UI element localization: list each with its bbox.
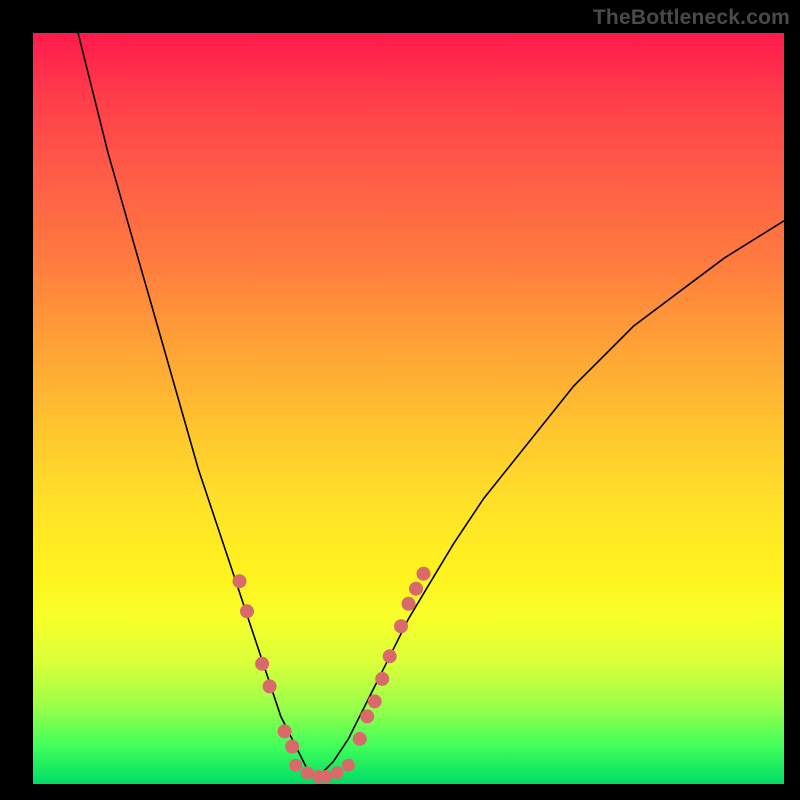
watermark-text: TheBottleneck.com — [593, 6, 790, 30]
marker-right-0 — [353, 732, 367, 746]
marker-bottom-1 — [301, 766, 314, 779]
marker-left-3 — [263, 679, 277, 693]
curve-group — [78, 33, 784, 777]
curves-svg — [33, 33, 784, 784]
chart-frame: TheBottleneck.com — [0, 0, 800, 800]
marker-left-2 — [255, 657, 269, 671]
marker-right-7 — [409, 582, 423, 596]
marker-right-3 — [375, 672, 389, 686]
marker-left-5 — [285, 740, 299, 754]
marker-right-1 — [360, 709, 374, 723]
marker-left-0 — [233, 574, 247, 588]
marker-right-4 — [383, 649, 397, 663]
marker-left-1 — [240, 604, 254, 618]
plot-area — [33, 33, 784, 784]
marker-bottom-4 — [331, 766, 344, 779]
dots-group — [233, 567, 431, 783]
marker-right-2 — [368, 694, 382, 708]
marker-right-5 — [394, 619, 408, 633]
marker-right-8 — [417, 567, 431, 581]
marker-left-4 — [278, 724, 292, 738]
curve-left_branch — [78, 33, 311, 777]
curve-right_branch — [311, 221, 784, 777]
marker-bottom-0 — [289, 759, 302, 772]
marker-bottom-5 — [342, 759, 355, 772]
marker-right-6 — [402, 597, 416, 611]
marker-bottom-3 — [319, 770, 332, 783]
